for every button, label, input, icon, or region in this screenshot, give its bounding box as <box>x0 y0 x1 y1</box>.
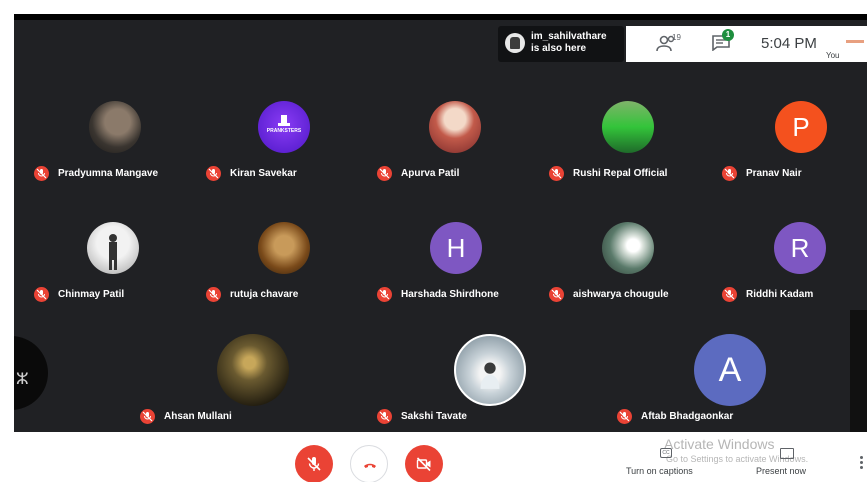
captions-button[interactable]: CC Turn on captions <box>624 446 704 480</box>
participant-name: Riddhi Kadam <box>746 288 814 300</box>
mic-off-icon <box>549 286 564 302</box>
avatar-letter: H <box>446 232 466 263</box>
participant-name: Ahsan Mullani <box>164 410 232 422</box>
participant-name: Rushi Repal Official <box>573 167 668 179</box>
meeting-top-bar: im_sahilvathare is also here 19 1 5:04 P… <box>14 20 867 68</box>
participant-name-row: Riddhi Kadam <box>722 286 813 302</box>
camera-toggle-button[interactable] <box>405 445 443 482</box>
participant-name-row: Rushi Repal Official <box>549 165 667 181</box>
mic-off-icon <box>377 165 392 181</box>
also-here-text: im_sahilvathare is also here <box>531 31 607 54</box>
participant-name-row: aishwarya chougule <box>549 286 669 302</box>
leave-call-button[interactable] <box>350 445 388 482</box>
self-view-strip <box>846 40 864 43</box>
participant-name: Pradyumna Mangave <box>58 167 159 179</box>
more-options-icon[interactable] <box>860 456 864 470</box>
mic-off-icon <box>722 165 737 181</box>
participant-name-row: Kiran Savekar <box>206 165 297 181</box>
participant-name: rutuja chavare <box>230 288 299 300</box>
participant-avatar: P <box>775 101 827 153</box>
avatar-letter: P <box>792 111 810 142</box>
participant-name: Harshada Shirdhone <box>401 288 499 300</box>
present-icon <box>780 448 794 459</box>
meeting-clock: 5:04 PM <box>761 35 817 52</box>
participant-name: Kiran Savekar <box>230 167 297 179</box>
participant-avatar: PRANKSTERS <box>258 101 310 153</box>
hang-up-icon <box>364 463 376 468</box>
present-now-button[interactable]: Present now <box>754 446 824 480</box>
also-here-notification[interactable]: im_sahilvathare is also here <box>498 26 624 62</box>
mic-off-icon <box>377 408 392 424</box>
participant-avatar: ⵣ <box>14 336 48 410</box>
participant-avatar <box>602 222 654 274</box>
participant-name: Pranav Nair <box>746 167 802 179</box>
participant-name-row: rutuja chavare <box>206 286 298 302</box>
svg-text:ⵣ: ⵣ <box>16 369 29 388</box>
participant-name: Sakshi Tavate <box>401 410 467 422</box>
mic-off-icon <box>722 286 737 302</box>
person-icon <box>480 362 500 389</box>
you-label: You <box>826 51 840 60</box>
participant-avatar <box>602 101 654 153</box>
captions-icon: CC <box>660 448 672 458</box>
silhouette-icon <box>109 234 117 270</box>
present-label: Present now <box>756 466 807 476</box>
captions-label: Turn on captions <box>626 466 693 476</box>
meeting-info-panel: 19 1 5:04 PM You <box>626 26 867 62</box>
mic-toggle-button[interactable] <box>295 445 333 482</box>
participant-name: aishwarya chougule <box>573 288 669 300</box>
participant-avatar: R <box>774 222 826 274</box>
participant-name: Aftab Bhadgaonkar <box>641 410 734 422</box>
participant-name-row: Chinmay Patil <box>34 286 124 302</box>
mic-off-icon <box>307 457 321 471</box>
logo-icon <box>278 115 290 126</box>
person-icon: ⵣ <box>16 369 29 388</box>
screen-left-border <box>0 14 14 482</box>
participant-avatar <box>89 101 141 153</box>
mic-off-icon <box>140 408 155 424</box>
participant-avatar <box>429 101 481 153</box>
participant-name-row: Harshada Shirdhone <box>377 286 499 302</box>
meeting-grid: im_sahilvathare is also here 19 1 5:04 P… <box>14 20 867 432</box>
avatar-logo-text: PRANKSTERS <box>266 128 302 134</box>
participant-avatar: A <box>694 334 766 406</box>
participant-avatar <box>87 222 139 274</box>
participant-name-row: Sakshi Tavate <box>377 408 467 424</box>
mic-off-icon <box>377 286 392 302</box>
participant-name-row: Ahsan Mullani <box>140 408 232 424</box>
mic-off-icon <box>34 286 49 302</box>
participant-name-row: Aftab Bhadgaonkar <box>617 408 733 424</box>
mic-off-icon <box>34 165 49 181</box>
participant-name-row: Pradyumna Mangave <box>34 165 158 181</box>
participant-avatar <box>217 334 289 406</box>
participant-avatar <box>258 222 310 274</box>
avatar-letter: R <box>790 232 810 263</box>
mic-off-icon <box>206 286 221 302</box>
meeting-controls-bar: Activate Windows Go to Settings to activ… <box>14 432 867 482</box>
chat-unread-badge: 1 <box>722 29 734 41</box>
mic-off-icon <box>549 165 564 181</box>
participant-avatar <box>454 334 526 406</box>
participant-name: Apurva Patil <box>401 167 460 179</box>
participant-name: Chinmay Patil <box>58 288 125 300</box>
participant-count: 19 <box>672 33 681 42</box>
screen-top-border <box>0 0 867 14</box>
side-panel-edge <box>850 310 867 432</box>
participant-name-row: Apurva Patil <box>377 165 459 181</box>
mic-off-icon <box>617 408 632 424</box>
camera-off-icon <box>416 457 431 472</box>
notification-avatar <box>505 33 525 53</box>
avatar-letter: A <box>718 350 742 389</box>
participant-avatar: H <box>430 222 482 274</box>
mic-off-icon <box>206 165 221 181</box>
participant-name-row: Pranav Nair <box>722 165 802 181</box>
